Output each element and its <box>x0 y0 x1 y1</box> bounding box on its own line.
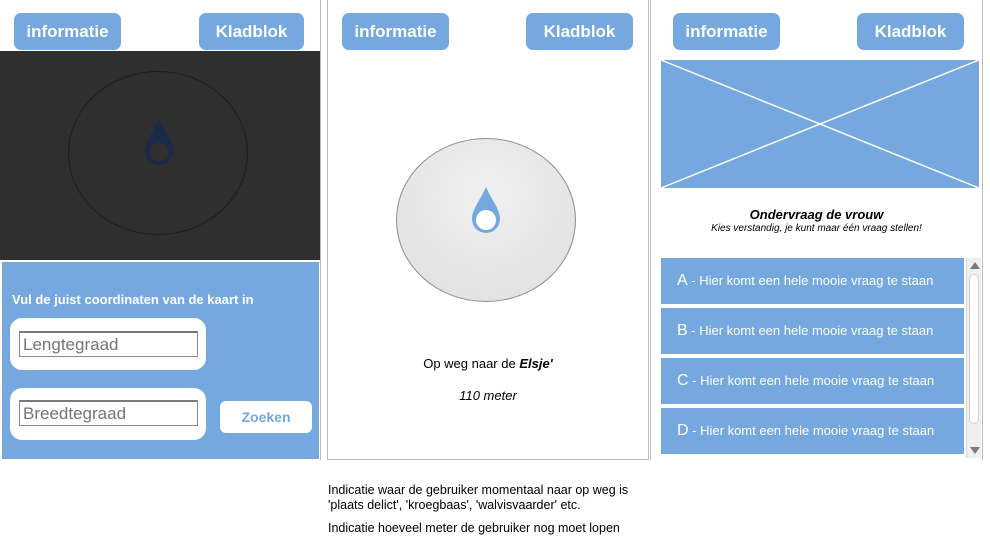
question-subtitle: Kies verstandig, je kunt maar één vraag … <box>711 223 922 234</box>
longitude-input[interactable] <box>19 331 198 357</box>
destination-name: Elsje' <box>519 356 553 371</box>
image-placeholder-icon <box>661 60 979 188</box>
option-letter: D <box>677 422 689 439</box>
question-option-d[interactable]: D - Hier komt een hele mooie vraag te st… <box>661 408 964 454</box>
question-scrollbar[interactable] <box>966 258 981 458</box>
notepad-button[interactable]: Kladblok <box>526 13 633 50</box>
dark-map <box>0 51 320 260</box>
question-option-a[interactable]: A - Hier komt een hele mooie vraag te st… <box>661 258 964 304</box>
option-text: - Hier komt een hele mooie vraag te staa… <box>688 373 935 388</box>
option-letter: C <box>677 372 689 389</box>
annotation-destination: Indicatie waar de gebruiker momentaal na… <box>328 483 629 497</box>
question-option-b[interactable]: B - Hier komt een hele mooie vraag te st… <box>661 308 964 354</box>
option-text: - Hier komt een hele mooie vraag te staa… <box>687 323 934 338</box>
compass <box>396 138 576 302</box>
annotation-distance: Indicatie hoeveel meter de gebruiker nog… <box>328 521 620 535</box>
coordinates-title: Vul de juist coordinaten van de kaart in <box>12 292 254 307</box>
annotation-destination-examples: 'plaats delict', 'kroegbaas', 'walvisvaa… <box>328 498 581 512</box>
search-button[interactable]: Zoeken <box>220 401 312 433</box>
scroll-down-icon[interactable] <box>970 447 980 454</box>
longitude-field-wrap <box>10 318 206 370</box>
notepad-button[interactable]: Kladblok <box>199 13 304 50</box>
screen-navigation: informatie Kladblok Op weg naar de Elsje… <box>327 0 649 460</box>
screen-coordinates: informatie Kladblok Vul de juist coordin… <box>0 0 321 460</box>
option-text: - Hier komt een hele mooie vraag te staa… <box>687 273 934 288</box>
question-title: Ondervraag de vrouw <box>749 207 884 222</box>
question-list: A - Hier komt een hele mooie vraag te st… <box>661 258 981 458</box>
info-button[interactable]: informatie <box>14 13 121 50</box>
destination-prefix: Op weg naar de <box>423 356 520 371</box>
question-option-c[interactable]: C - Hier komt een hele mooie vraag te st… <box>661 358 964 404</box>
option-letter: B <box>677 322 688 339</box>
option-letter: A <box>677 272 688 289</box>
info-button[interactable]: informatie <box>342 13 449 50</box>
distance-indicator: 110 meter <box>459 388 517 403</box>
scroll-thumb[interactable] <box>969 274 979 424</box>
location-drop-icon <box>145 119 173 165</box>
scroll-up-icon[interactable] <box>970 262 980 269</box>
coordinates-form: Vul de juist coordinaten van de kaart in… <box>2 262 319 459</box>
screen-interrogation: informatie Kladblok Ondervraag de vrouw … <box>650 0 983 460</box>
destination-indicator: Op weg naar de Elsje' <box>328 356 648 371</box>
info-button[interactable]: informatie <box>673 13 780 50</box>
latitude-field-wrap <box>10 388 206 440</box>
notepad-button[interactable]: Kladblok <box>857 13 964 50</box>
latitude-input[interactable] <box>19 400 198 426</box>
option-text: - Hier komt een hele mooie vraag te staa… <box>688 423 935 438</box>
location-drop-icon <box>472 187 500 233</box>
